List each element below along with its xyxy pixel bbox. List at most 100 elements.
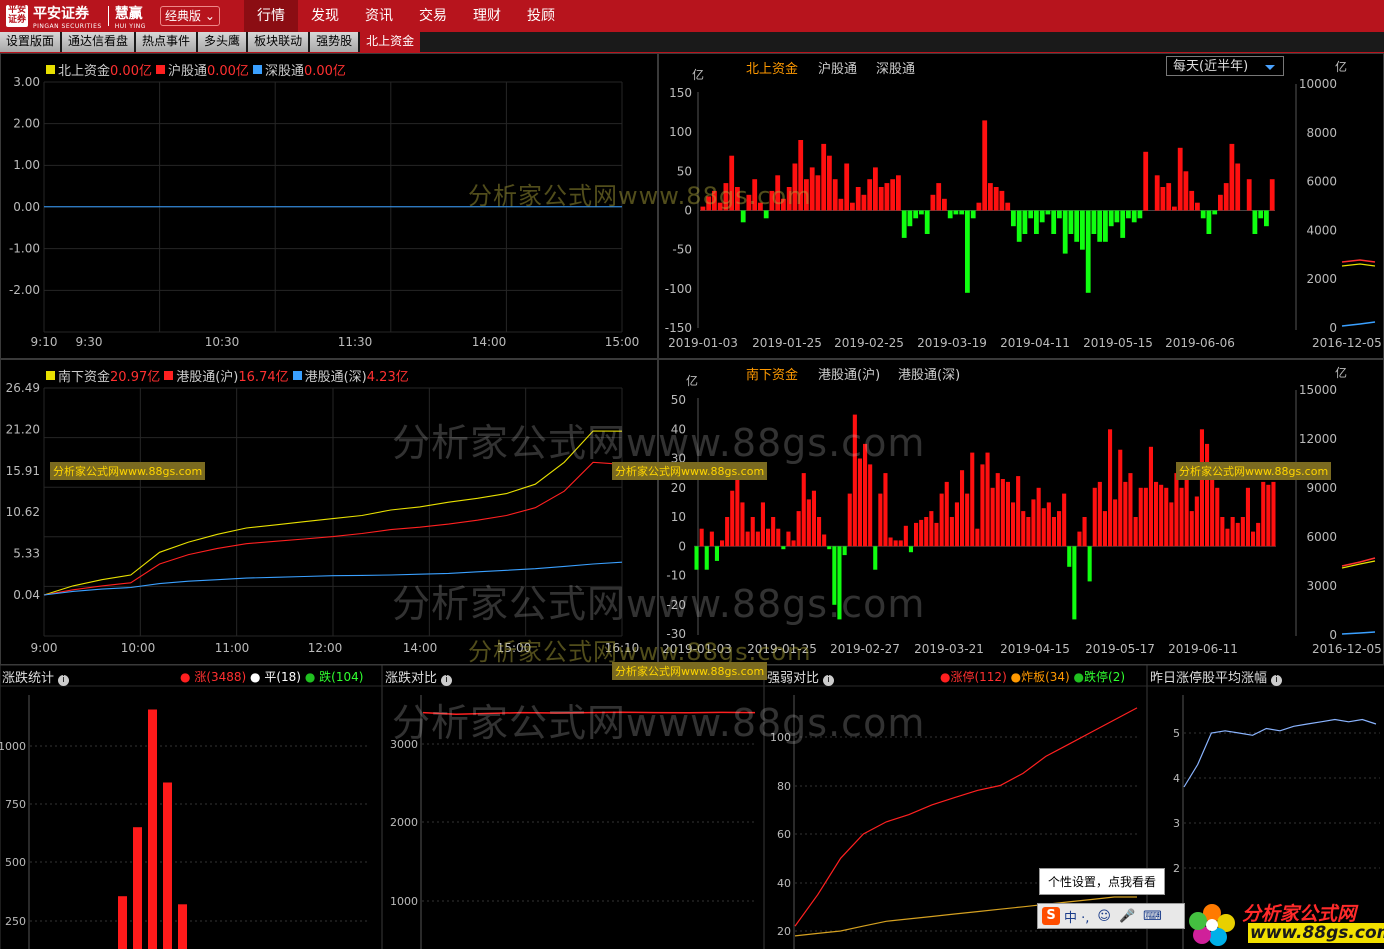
strength-compare-title: 强弱对比 i <box>767 667 835 686</box>
rf-stats-bar <box>163 782 172 949</box>
legend-north-value: 0.00亿 <box>110 64 152 79</box>
info-icon[interactable]: i <box>1271 675 1283 686</box>
nav-item-tougu[interactable]: 投顾 <box>514 0 568 32</box>
brand-logo[interactable]: 平安证券 平安证券 PINGAN SECURITIES 慧赢 HUI YING <box>6 4 146 30</box>
legend-limit-down: 跌停(2) <box>1084 670 1126 684</box>
rf-stats-bar <box>178 904 187 949</box>
tab-north-total[interactable]: 北上资金 <box>746 58 798 77</box>
top-bar: 平安证券 平安证券 PINGAN SECURITIES 慧赢 HUI YING … <box>0 0 1384 32</box>
tab-south-total[interactable]: 南下资金 <box>746 364 798 383</box>
limitup-line <box>1183 718 1377 788</box>
period-select[interactable]: 每天(近半年) <box>1166 56 1284 76</box>
legend-up-count: 涨(3488) <box>194 670 247 684</box>
legend-ggt-hu-value: 16.74亿 <box>238 370 289 385</box>
nav-item-jiaoyi[interactable]: 交易 <box>406 0 460 32</box>
personalize-tooltip[interactable]: 个性设置，点我看看 <box>1039 868 1166 895</box>
watermark-tag: 分析家公式网www.88gs.com <box>612 462 768 480</box>
legend-swatch-shen <box>252 65 262 74</box>
south-cum-unit: 亿 <box>1335 366 1348 380</box>
watermark-tag: 分析家公式网www.88gs.com <box>1176 462 1332 480</box>
watermark-tag: 分析家公式网www.88gs.com <box>50 462 206 480</box>
north-intraday-legend: 北上资金 0.00亿 沪股通 0.00亿 深股通 0.00亿 <box>42 60 346 79</box>
dot-flat-icon: ● <box>250 669 261 684</box>
emoji-icon[interactable]: ☺ <box>1097 909 1111 924</box>
legend-south-name: 南下资金 <box>58 370 111 385</box>
legend-swatch-hu <box>155 65 165 74</box>
tab-settings-layout[interactable]: 设置版面 <box>0 32 61 52</box>
legend-ggt-shen-name: 港股通(深) <box>304 370 367 385</box>
info-icon[interactable]: i <box>823 675 835 686</box>
south-cum-x-label: 2016-12-05 <box>1312 642 1382 656</box>
nav-item-zixun[interactable]: 资讯 <box>352 0 406 32</box>
watermark-text: 分析家公式网www.88gs.com <box>392 582 926 626</box>
rf-stats-y-tick: 500 <box>5 856 26 869</box>
nav-item-faxian[interactable]: 发现 <box>298 0 352 32</box>
south-intraday-legend: 南下资金 20.97亿 港股通(沪) 16.74亿 港股通(深) 4.23亿 <box>42 366 409 385</box>
strength-legend: ● 涨停(112) ● 炸板(34) ● 跌停(2) <box>940 668 1125 685</box>
north-daily-unit: 亿 <box>692 68 705 82</box>
legend-swatch-ggt-shen <box>292 371 302 380</box>
flower-logo-icon <box>1189 904 1235 946</box>
info-icon[interactable]: i <box>58 675 70 686</box>
ime-mode-text[interactable]: 中 ·, <box>1064 907 1089 926</box>
legend-swatch-south <box>46 371 55 380</box>
product-name: 慧赢 <box>114 5 143 22</box>
dot-limit-up-icon: ● <box>940 669 951 684</box>
brand-sub: PINGAN SECURITIES <box>33 22 102 30</box>
strength-y-tick: 40 <box>777 877 791 890</box>
tab-north-shen[interactable]: 深股通 <box>876 58 915 77</box>
edition-label: 经典版 <box>165 9 202 23</box>
limitup-y-tick: 3 <box>1173 817 1180 830</box>
tab-northbound[interactable]: 北上资金 <box>360 32 421 52</box>
strength-y-tick: 80 <box>777 780 791 793</box>
rise-fall-stats-title-text: 涨跌统计 <box>2 671 55 686</box>
legend-down-count: 跌(104) <box>319 670 364 684</box>
tab-sector-link[interactable]: 板块联动 <box>248 32 309 52</box>
north-cum-unit: 亿 <box>1335 60 1348 74</box>
rf-stats-y-tick: 1000 <box>0 740 26 753</box>
main-nav: 行情 发现 资讯 交易 理财 投顾 <box>244 0 568 32</box>
tab-hot-events[interactable]: 热点事件 <box>136 32 197 52</box>
rise-fall-compare-title-text: 涨跌对比 <box>385 671 438 686</box>
edition-select[interactable]: 经典版 ⌄ <box>160 6 220 26</box>
tab-north-hu[interactable]: 沪股通 <box>818 58 857 77</box>
strength-y-tick: 60 <box>777 828 791 841</box>
limitup-y-tick: 4 <box>1173 772 1180 785</box>
ime-toolbar[interactable]: S 中 ·, ☺ 🎤 ⌨ <box>1037 903 1185 929</box>
pingan-logo-mark: 平安证券 <box>6 5 28 27</box>
chevron-down-icon: ⌄ <box>204 9 215 23</box>
north-cum-x-label: 2016-12-05 <box>1312 336 1382 350</box>
rise-fall-legend: ● 涨(3488) ● 平(18) ● 跌(104) <box>180 668 363 685</box>
legend-hu-name: 沪股通 <box>167 64 207 79</box>
mic-icon[interactable]: 🎤 <box>1119 909 1135 924</box>
product-sub: HUI YING <box>114 22 146 30</box>
rise-fall-stats-title: 涨跌统计 i <box>2 667 70 686</box>
legend-shen-name: 深股通 <box>264 64 304 79</box>
tab-strong-stocks[interactable]: 强势股 <box>310 32 359 52</box>
legend-flat-count: 平(18) <box>264 670 301 684</box>
layout-tabs: 设置版面 通达信看盘 热点事件 多头鹰 板块联动 强势股 北上资金 <box>0 32 1384 53</box>
nav-item-licai[interactable]: 理财 <box>460 0 514 32</box>
legend-hu-value: 0.00亿 <box>206 64 249 79</box>
period-select-value: 每天(近半年) <box>1173 59 1249 74</box>
info-icon[interactable]: i <box>441 675 453 686</box>
rf-compare-y-tick: 2000 <box>390 816 418 829</box>
rise-fall-compare-title: 涨跌对比 i <box>385 667 453 686</box>
limit-up-avg-title-text: 昨日涨停股平均涨幅 <box>1150 671 1268 686</box>
rf-stats-bar <box>148 709 157 949</box>
tab-south-shen[interactable]: 港股通(深) <box>898 364 960 383</box>
watermark-tag: 分析家公式网www.88gs.com <box>612 662 768 680</box>
watermark-text: 分析家公式网www.88gs.com <box>468 182 812 210</box>
watermark-text: 分析家公式网www.88gs.com <box>392 701 926 745</box>
legend-ggt-hu-name: 港股通(沪) <box>176 370 239 385</box>
tab-south-hu[interactable]: 港股通(沪) <box>818 364 880 383</box>
keyboard-icon[interactable]: ⌨ <box>1143 909 1162 924</box>
tab-bull-eagle[interactable]: 多头鹰 <box>198 32 247 52</box>
limitup-y-tick: 5 <box>1173 727 1180 740</box>
nav-item-hangqing[interactable]: 行情 <box>244 0 298 32</box>
sogou-ime-icon[interactable]: S <box>1042 907 1060 925</box>
tab-tdx-board[interactable]: 通达信看盘 <box>62 32 135 52</box>
site-url: www.88gs.com <box>1248 923 1384 943</box>
rf-stats-bar <box>133 827 142 949</box>
rf-stats-y-tick: 250 <box>5 915 26 928</box>
